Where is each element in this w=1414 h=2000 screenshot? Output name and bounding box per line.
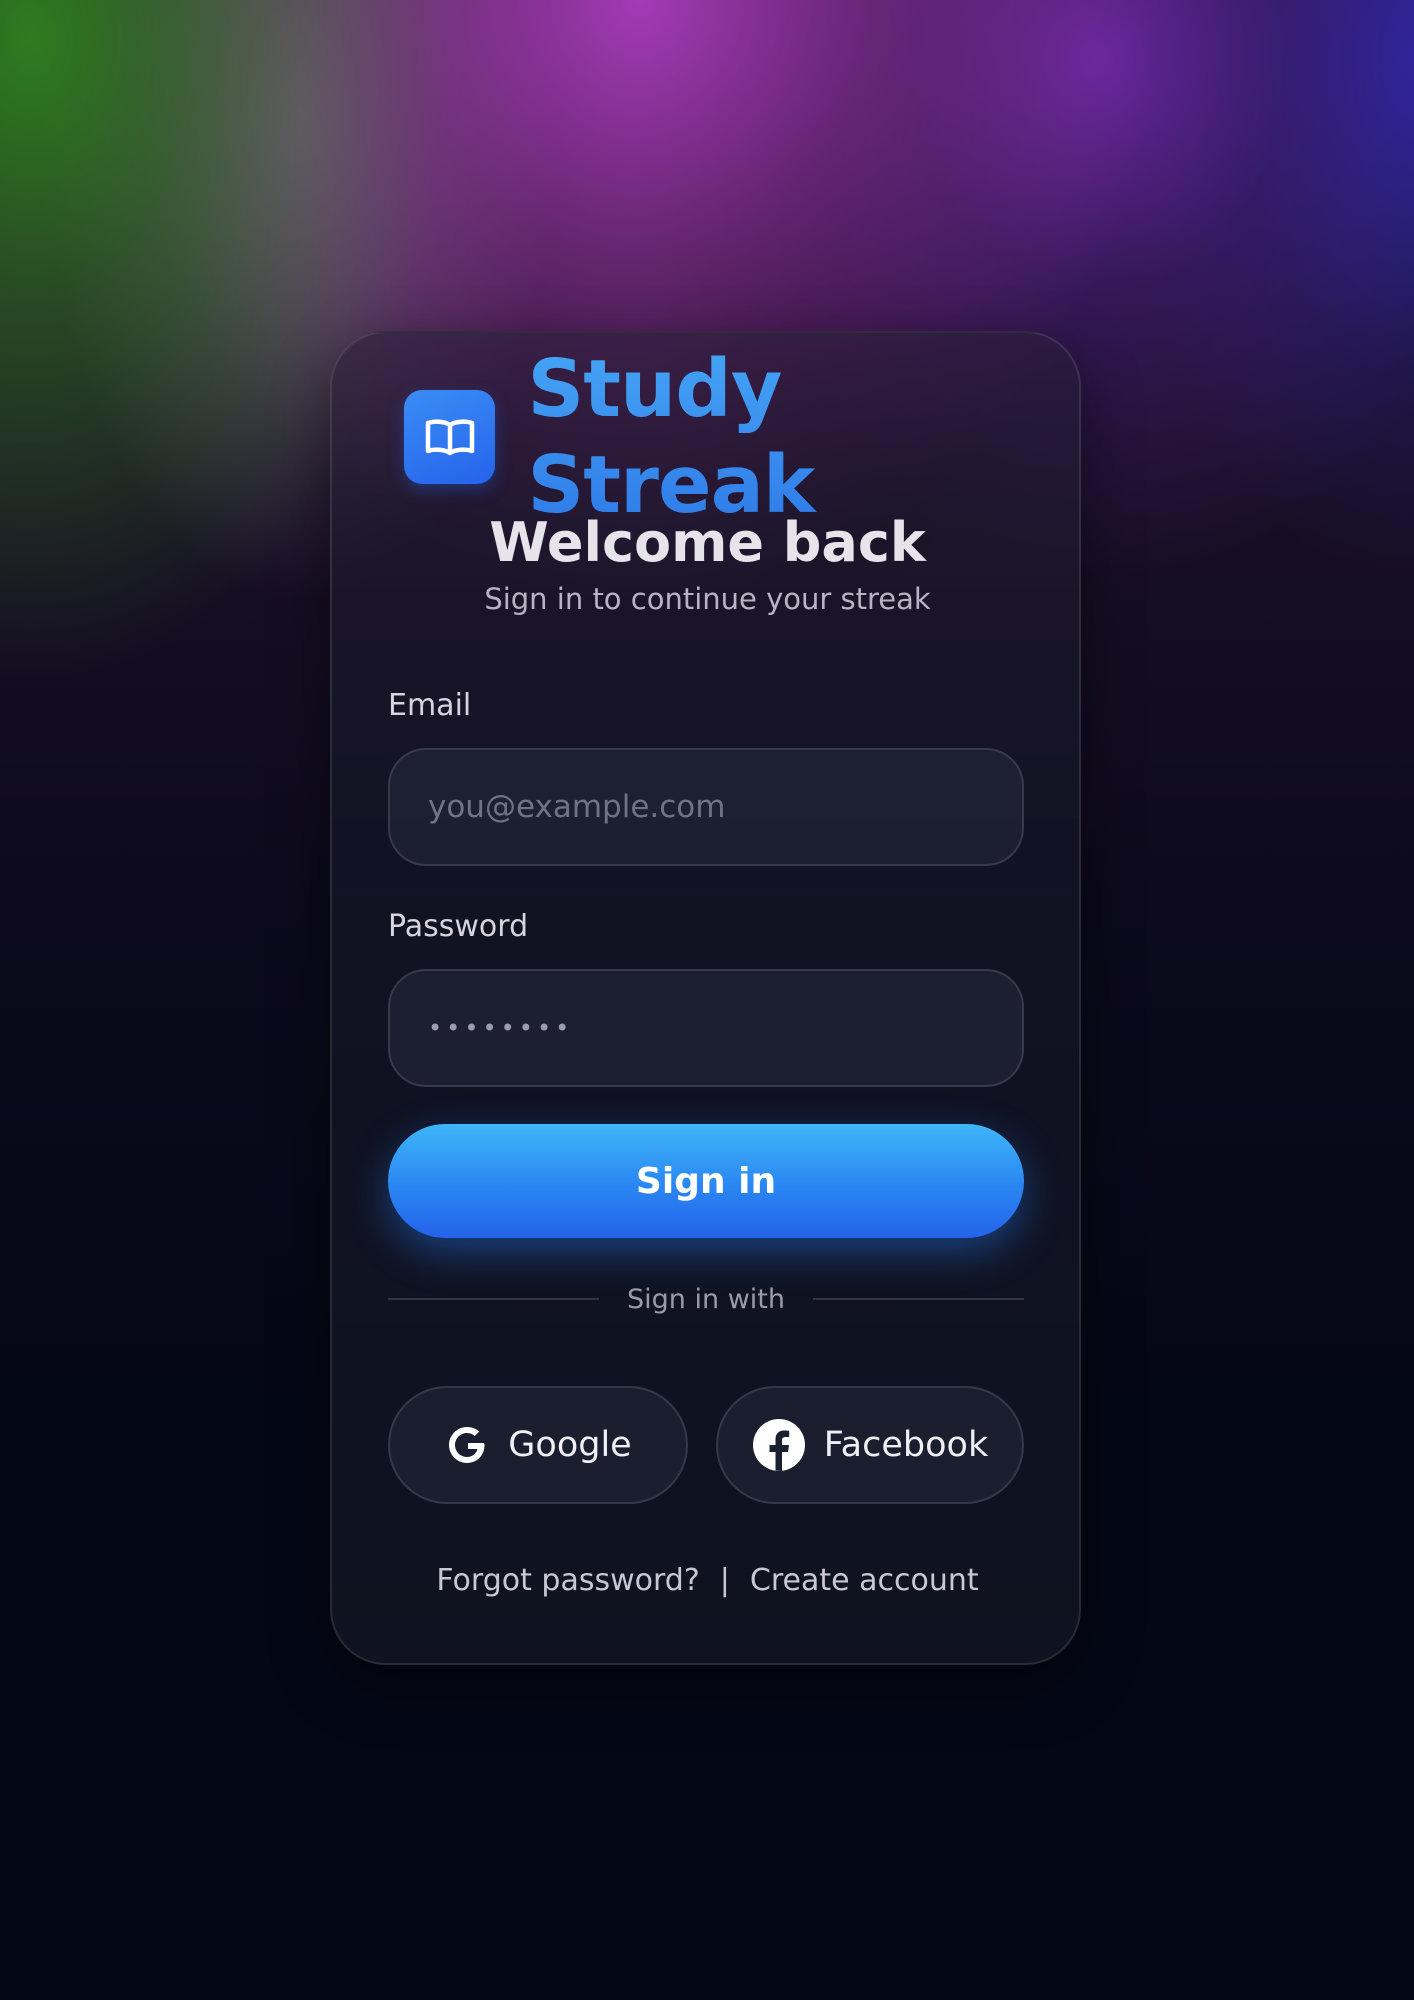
email-field-wrapper	[388, 748, 1024, 866]
facebook-label: Facebook	[823, 1425, 989, 1465]
password-field[interactable]: ••••••••	[388, 969, 1024, 1087]
create-account-link[interactable]: Create account	[750, 1563, 979, 1598]
app-name: Study Streak	[527, 341, 1079, 533]
brand: Study Streak	[404, 343, 1079, 531]
page-title: Welcome back	[489, 511, 926, 574]
google-label: Google	[508, 1425, 632, 1465]
google-icon	[444, 1422, 490, 1468]
book-icon	[404, 390, 496, 484]
login-card: Study Streak Welcome back Sign in to con…	[330, 331, 1081, 1665]
facebook-button[interactable]: Facebook	[716, 1386, 1024, 1504]
social-divider: Sign in with	[388, 1279, 1025, 1319]
divider-line-right	[812, 1298, 1025, 1300]
password-label: Password	[388, 909, 529, 944]
forgot-password-link[interactable]: Forgot password?	[436, 1563, 699, 1598]
sign-in-button[interactable]: Sign in	[388, 1124, 1024, 1238]
password-value: ••••••••	[428, 1014, 574, 1042]
email-input[interactable]	[428, 789, 988, 825]
footer-separator: |	[719, 1563, 730, 1598]
divider-text: Sign in with	[627, 1283, 785, 1315]
footer-links: Forgot password? | Create account	[332, 1563, 1083, 1598]
google-button[interactable]: Google	[388, 1386, 688, 1504]
email-label: Email	[388, 688, 472, 723]
facebook-icon	[752, 1418, 806, 1472]
page-subtitle: Sign in to continue your streak	[484, 582, 931, 616]
divider-line-left	[388, 1298, 600, 1300]
